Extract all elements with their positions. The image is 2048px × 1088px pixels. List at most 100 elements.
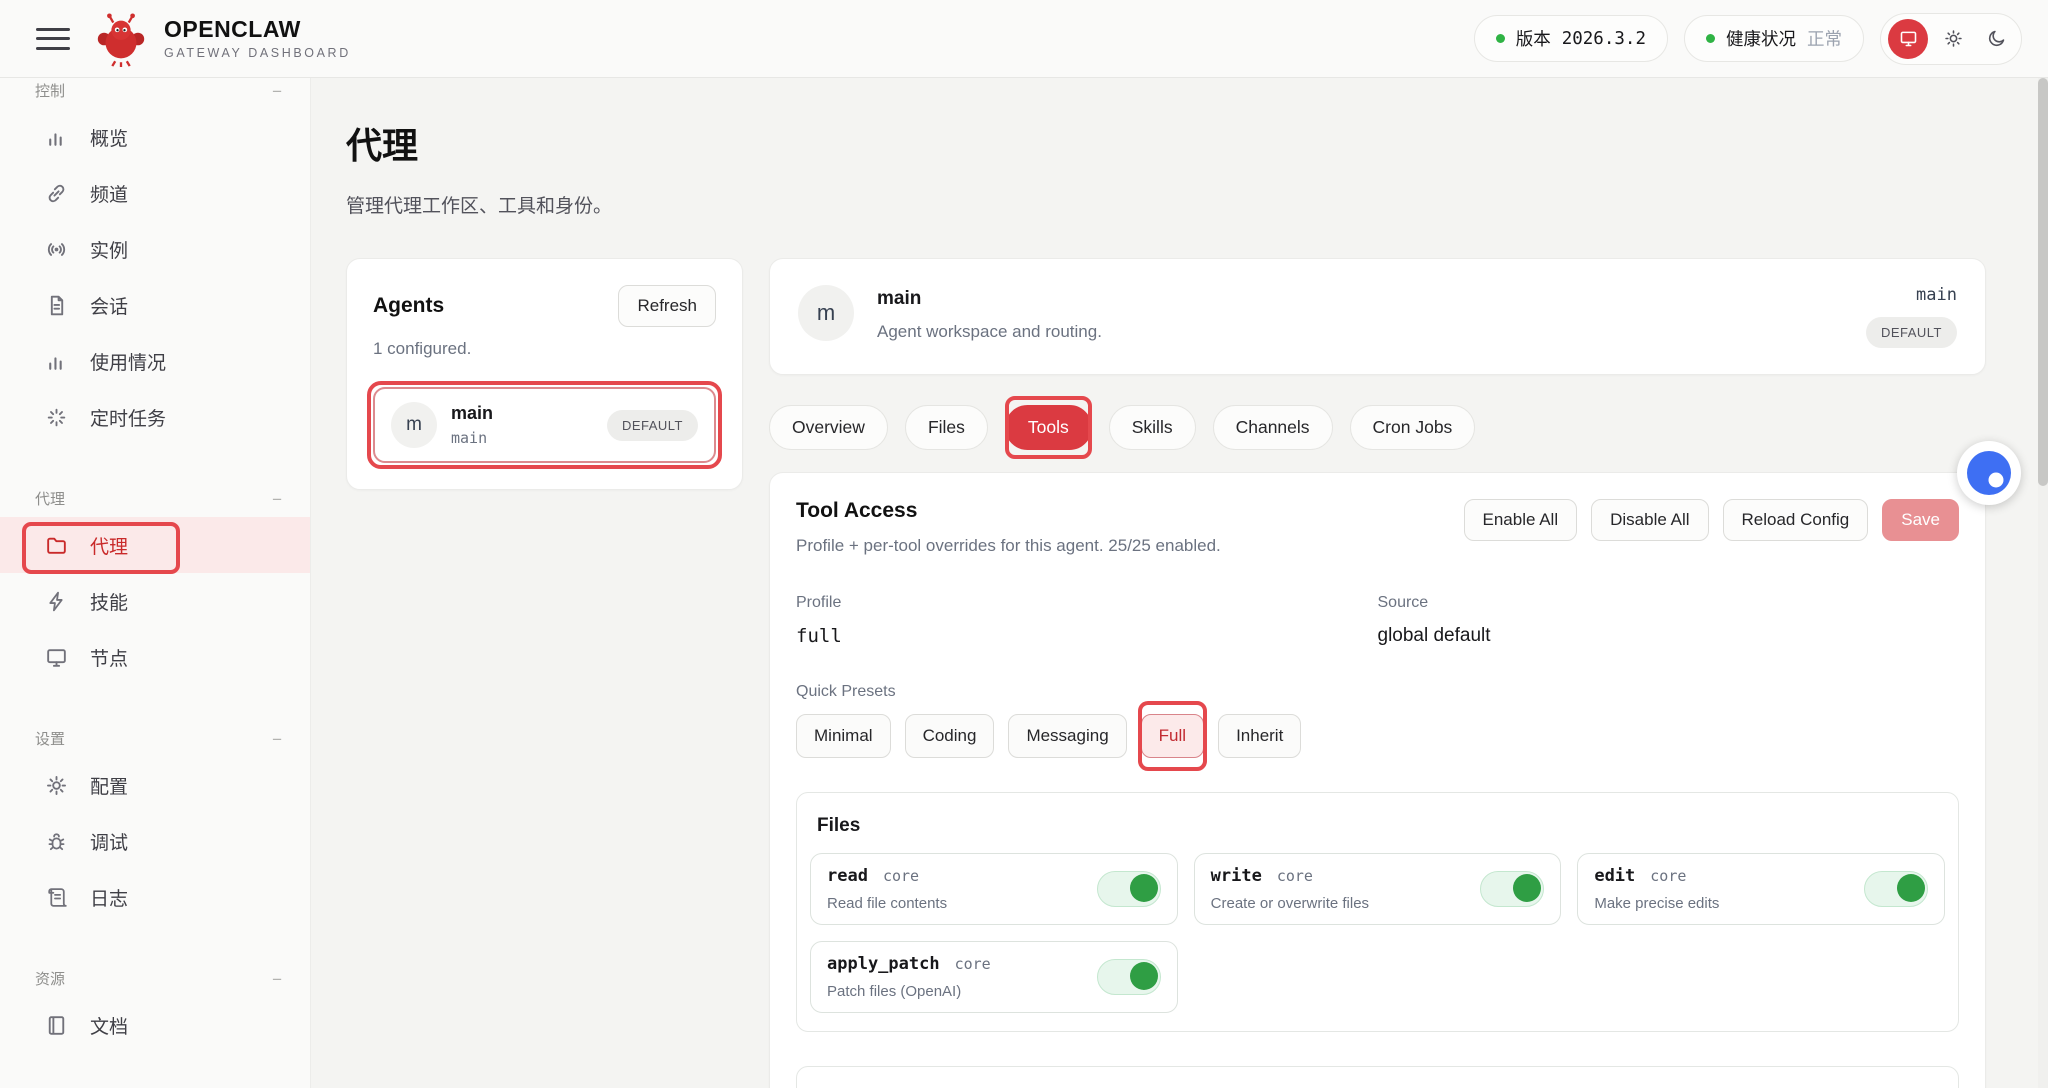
preset-minimal-button[interactable]: Minimal	[796, 714, 891, 758]
save-button[interactable]: Save	[1882, 499, 1959, 541]
health-badge: 健康状况 正常	[1684, 15, 1864, 62]
sidebar-section-control: 控制 −	[35, 83, 282, 101]
quick-presets: Minimal Coding Messaging Full Inherit	[796, 714, 1959, 758]
dark-theme-button[interactable]	[1978, 21, 2014, 57]
agents-count: 1 configured.	[373, 339, 716, 359]
menu-icon[interactable]	[36, 26, 70, 52]
sidebar-section-resources: 资源 −	[35, 971, 282, 989]
crab-logo	[92, 10, 150, 68]
agent-detail: m main Agent workspace and routing. main…	[769, 258, 1986, 1088]
tab-tools[interactable]: Tools	[1005, 405, 1092, 450]
tool-name: read	[827, 866, 868, 886]
tool-text: editcore Make precise edits	[1594, 866, 1719, 912]
chat-bubble-icon	[1966, 450, 2012, 496]
brand-block: OPENCLAW GATEWAY DASHBOARD	[164, 17, 351, 59]
version-label: 版本	[1516, 26, 1551, 51]
toggle-knob	[1130, 874, 1158, 902]
preset-coding-button[interactable]: Coding	[905, 714, 995, 758]
chat-widget-button[interactable]	[1957, 441, 2021, 505]
sidebar-item-config[interactable]: 配置	[0, 757, 310, 813]
tool-access-title: Tool Access	[796, 499, 1221, 523]
refresh-button[interactable]: Refresh	[618, 285, 716, 327]
runtime-tool-group: Runtime	[796, 1066, 1959, 1088]
source-value: global default	[1378, 625, 1960, 647]
default-badge: DEFAULT	[607, 410, 698, 441]
files-tool-group: Files readcore Read file contents	[796, 792, 1959, 1032]
tool-tag: core	[1650, 867, 1686, 885]
tab-channels[interactable]: Channels	[1213, 405, 1333, 450]
source-field: Source global default	[1378, 594, 1960, 647]
version-value: 2026.3.2	[1562, 29, 1646, 49]
collapse-icon[interactable]: −	[272, 731, 282, 749]
sidebar-item-nodes[interactable]: 节点	[0, 629, 310, 685]
tool-card-apply-patch: apply_patchcore Patch files (OpenAI)	[810, 941, 1178, 1013]
disable-all-button[interactable]: Disable All	[1591, 499, 1708, 541]
agents-panel: Agents Refresh 1 configured. m main main…	[346, 258, 743, 490]
enable-all-button[interactable]: Enable All	[1464, 499, 1578, 541]
bar-chart-icon	[44, 125, 69, 150]
sidebar-item-overview[interactable]: 概览	[0, 109, 310, 165]
light-theme-button[interactable]	[1935, 21, 1971, 57]
sidebar-item-docs[interactable]: 文档	[0, 997, 310, 1053]
sidebar: 控制 − 概览 频道 实例 会话 使用情况 定时任务 代理 −	[0, 78, 311, 1088]
tab-cron-jobs[interactable]: Cron Jobs	[1350, 405, 1476, 450]
health-label: 健康状况	[1726, 26, 1796, 51]
sidebar-item-channels[interactable]: 频道	[0, 165, 310, 221]
sidebar-item-instances[interactable]: 实例	[0, 221, 310, 277]
agents-panel-title: Agents	[373, 294, 444, 318]
moon-icon	[1986, 28, 2007, 49]
agent-name: main	[451, 403, 493, 424]
bolt-icon	[44, 589, 69, 614]
sidebar-item-agents[interactable]: 代理	[0, 517, 310, 573]
main-content: 代理 管理代理工作区、工具和身份。 Agents Refresh 1 confi…	[311, 78, 2048, 1088]
reload-config-button[interactable]: Reload Config	[1723, 499, 1869, 541]
tool-tag: core	[1277, 867, 1313, 885]
collapse-icon[interactable]: −	[272, 971, 282, 989]
book-icon	[44, 1013, 69, 1038]
sidebar-item-sessions[interactable]: 会话	[0, 277, 310, 333]
toggle-knob	[1897, 874, 1925, 902]
agent-name: main	[877, 288, 1102, 310]
sidebar-item-logs[interactable]: 日志	[0, 869, 310, 925]
profile-label: Profile	[796, 594, 1378, 612]
preset-full-button[interactable]: Full	[1141, 714, 1204, 758]
display-icon	[1898, 28, 1919, 49]
agent-id: main	[1866, 285, 1957, 305]
page-subtitle: 管理代理工作区、工具和身份。	[346, 191, 1986, 218]
tool-card-edit: editcore Make precise edits	[1577, 853, 1945, 925]
tool-text: readcore Read file contents	[827, 866, 947, 912]
read-toggle[interactable]	[1097, 871, 1161, 907]
document-icon	[44, 293, 69, 318]
agent-header-meta: main DEFAULT	[1866, 285, 1957, 348]
page-title: 代理	[346, 124, 1986, 167]
preset-inherit-button[interactable]: Inherit	[1218, 714, 1301, 758]
collapse-icon[interactable]: −	[272, 83, 282, 101]
quick-presets-label: Quick Presets	[796, 683, 1959, 701]
edit-toggle[interactable]	[1864, 871, 1928, 907]
tab-files[interactable]: Files	[905, 405, 988, 450]
detail-tabs: Overview Files Tools Skills Channels Cro…	[769, 405, 1986, 450]
system-theme-button[interactable]	[1888, 19, 1928, 59]
tool-description: Read file contents	[827, 895, 947, 912]
sidebar-item-skills[interactable]: 技能	[0, 573, 310, 629]
collapse-icon[interactable]: −	[272, 491, 282, 509]
health-value: 正常	[1807, 26, 1842, 51]
tab-overview[interactable]: Overview	[769, 405, 888, 450]
profile-value: full	[796, 625, 1378, 647]
theme-switcher	[1880, 13, 2022, 65]
link-icon	[44, 181, 69, 206]
scrollbar-thumb[interactable]	[2038, 78, 2048, 486]
tab-skills[interactable]: Skills	[1109, 405, 1196, 450]
tool-name: write	[1211, 866, 1262, 886]
preset-messaging-button[interactable]: Messaging	[1008, 714, 1126, 758]
write-toggle[interactable]	[1480, 871, 1544, 907]
sidebar-item-usage[interactable]: 使用情况	[0, 333, 310, 389]
apply-patch-toggle[interactable]	[1097, 959, 1161, 995]
agent-list-item-main[interactable]: m main main DEFAULT	[373, 387, 716, 463]
agent-text: main main	[451, 403, 493, 447]
sidebar-item-cron-tasks[interactable]: 定时任务	[0, 389, 310, 445]
bar-chart-icon	[44, 349, 69, 374]
tool-name: edit	[1594, 866, 1635, 886]
broadcast-icon	[44, 237, 69, 262]
sidebar-item-debug[interactable]: 调试	[0, 813, 310, 869]
